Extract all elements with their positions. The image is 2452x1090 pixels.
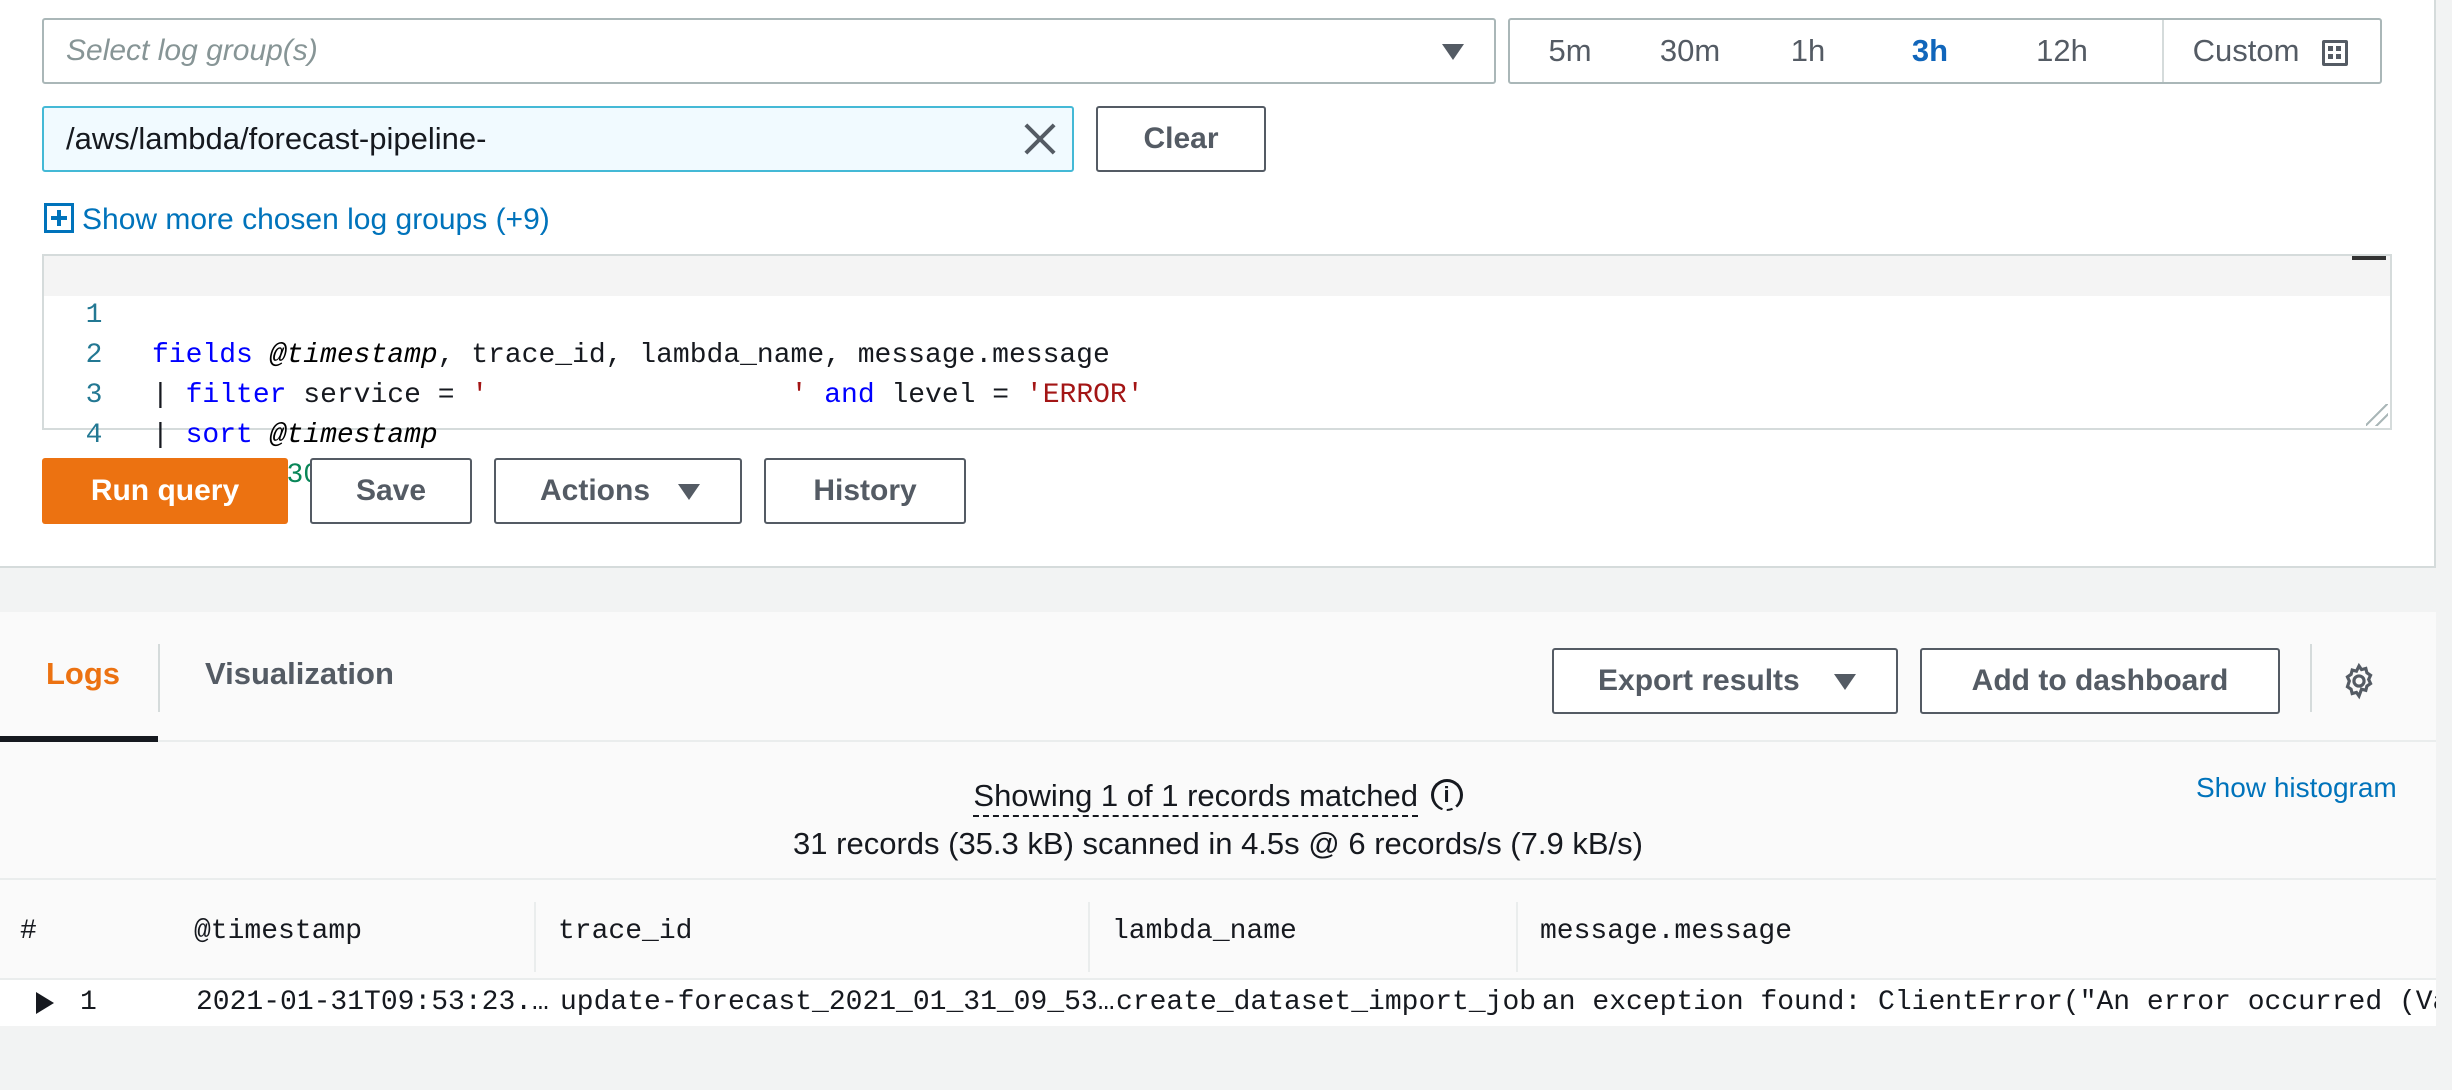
table-row[interactable]: 1 2021-01-31T09:53:23.… update-forecast_… (0, 980, 2436, 1026)
log-group-placeholder: Select log group(s) (66, 34, 318, 67)
chosen-log-group-value: /aws/lambda/forecast-pipeline- (66, 121, 487, 156)
line-number: 4 (85, 420, 103, 451)
column-header-index: # (20, 916, 37, 947)
column-header-message[interactable]: message.message (1540, 916, 1792, 947)
history-button[interactable]: History (764, 458, 966, 524)
column-header-trace-id[interactable]: trace_id (558, 916, 692, 947)
chosen-log-group-input[interactable]: /aws/lambda/forecast-pipeline- (42, 106, 1074, 172)
time-range-divider (2162, 20, 2164, 82)
run-query-button[interactable]: Run query (42, 458, 288, 524)
expand-row-icon[interactable] (36, 992, 54, 1014)
export-results-label: Export results (1598, 664, 1800, 697)
query-editor[interactable]: 1 fields @timestamp, trace_id, lambda_na… (42, 254, 2392, 491)
gear-icon[interactable] (2340, 662, 2378, 700)
export-results-button[interactable]: Export results (1552, 648, 1898, 714)
settings-divider (2310, 644, 2312, 712)
add-to-dashboard-button[interactable]: Add to dashboard (1920, 648, 2280, 714)
column-header-timestamp[interactable]: @timestamp (194, 916, 362, 947)
time-option-custom[interactable]: Custom (2186, 20, 2306, 82)
calendar-icon[interactable] (2322, 40, 2348, 66)
time-option-30m[interactable]: 30m (1640, 20, 1740, 82)
actions-button[interactable]: Actions (494, 458, 742, 524)
resize-grip-icon[interactable] (2366, 404, 2388, 426)
caret-down-icon (678, 484, 700, 500)
time-option-1h[interactable]: 1h (1768, 20, 1848, 82)
show-histogram-link[interactable]: Show histogram (2196, 772, 2397, 804)
row-lambda-name: create_dataset_import_job (1116, 987, 1537, 1018)
records-matched-text: Showing 1 of 1 records matched (973, 778, 1418, 817)
editor-line-1: 1 fields @timestamp, trace_id, lambda_na… (44, 256, 2390, 371)
tab-visualization[interactable]: Visualization (205, 656, 394, 692)
row-index: 1 (80, 987, 97, 1018)
show-more-label: Show more chosen log groups (+9) (82, 203, 550, 236)
results-panel: Logs Visualization Export results Add to… (0, 612, 2436, 1026)
results-tabs-bar: Logs Visualization Export results Add to… (0, 612, 2436, 742)
editor-line-4: 4 | limit 300 (44, 376, 2390, 491)
caret-down-icon[interactable] (1442, 44, 1464, 60)
show-more-log-groups-link[interactable]: Show more chosen log groups (+9) (44, 202, 550, 238)
time-option-3h[interactable]: 3h (1890, 20, 1970, 82)
tab-logs[interactable]: Logs (46, 656, 120, 692)
plus-box-icon (44, 203, 74, 234)
row-message: an exception found: ClientError("An erro… (1542, 987, 2436, 1018)
column-divider[interactable] (1088, 902, 1090, 972)
time-range-selector: 5m 30m 1h 3h 12h Custom (1508, 18, 2382, 84)
column-divider[interactable] (534, 902, 536, 972)
column-header-lambda-name[interactable]: lambda_name (1112, 916, 1297, 947)
time-option-12h[interactable]: 12h (2012, 20, 2112, 82)
row-trace-id: update-forecast_2021_01_31_09_53… (560, 987, 1115, 1018)
row-timestamp: 2021-01-31T09:53:23.… (196, 987, 549, 1018)
tab-divider (158, 644, 160, 712)
clear-button[interactable]: Clear (1096, 106, 1266, 172)
query-panel: Select log group(s) 5m 30m 1h 3h 12h Cus… (0, 0, 2436, 568)
records-matched: Showing 1 of 1 records matched i (0, 778, 2436, 817)
time-option-5m[interactable]: 5m (1530, 20, 1610, 82)
save-button[interactable]: Save (310, 458, 472, 524)
editor-line-2: 2 | filter service = ' ' and level = 'ER… (44, 296, 2390, 411)
records-scanned: 31 records (35.3 kB) scanned in 4.5s @ 6… (793, 826, 1643, 861)
info-icon[interactable]: i (1430, 778, 1463, 811)
column-divider[interactable] (1516, 902, 1518, 972)
results-table-header: # @timestamp trace_id lambda_name messag… (0, 878, 2436, 980)
code-text: | sort @timestamp (152, 420, 438, 451)
editor-line-3: 3 | sort @timestamp (44, 336, 2390, 451)
close-icon[interactable] (1022, 121, 1058, 157)
active-tab-indicator (0, 736, 158, 742)
actions-label: Actions (540, 474, 651, 507)
log-group-select[interactable]: Select log group(s) (42, 18, 1496, 84)
caret-down-icon (1834, 674, 1856, 690)
